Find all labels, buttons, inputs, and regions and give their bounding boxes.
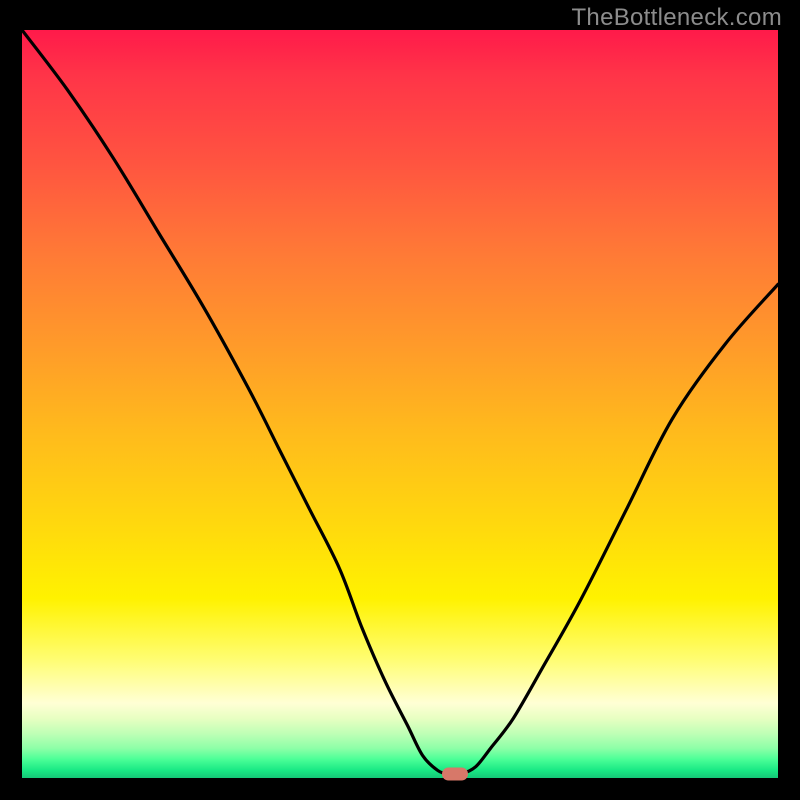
plot-area [22, 30, 778, 778]
optimal-marker [442, 768, 468, 781]
chart-frame: TheBottleneck.com [0, 0, 800, 800]
watermark-text: TheBottleneck.com [571, 4, 782, 32]
gradient-background [22, 30, 778, 778]
